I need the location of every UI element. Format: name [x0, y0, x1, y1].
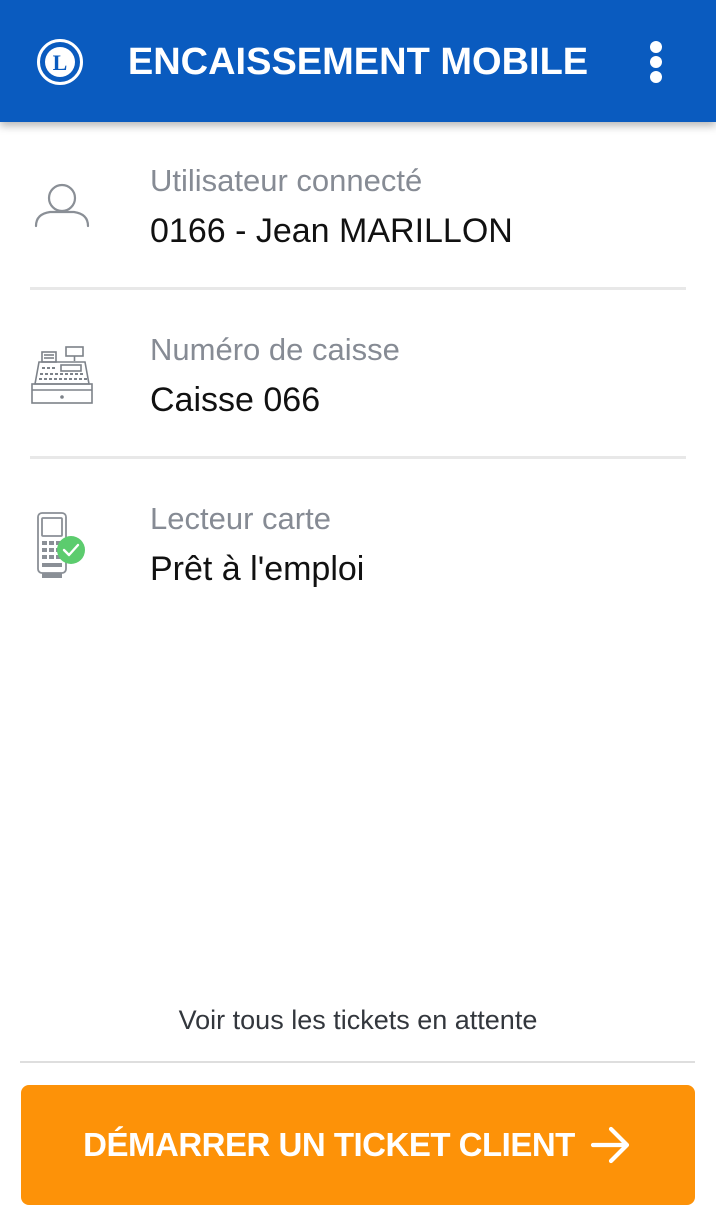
- register-number-label: Numéro de caisse: [150, 332, 400, 367]
- app-title: ENCAISSEMENT MOBILE: [127, 41, 589, 83]
- connected-user-value: 0166 - Jean MARILLON: [150, 212, 513, 250]
- divider: [20, 1061, 695, 1063]
- cash-register-icon: [31, 346, 93, 404]
- more-options-icon[interactable]: [632, 34, 680, 90]
- card-reader-icon: [37, 512, 85, 578]
- start-ticket-button[interactable]: DÉMARRER UN TICKET CLIENT: [21, 1085, 695, 1205]
- user-icon: [34, 183, 90, 228]
- register-number-value: Caisse 066: [150, 381, 321, 419]
- arrow-right-icon: [590, 1126, 629, 1164]
- divider: [30, 287, 686, 290]
- app-bar: L ENCAISSEMENT MOBILE: [0, 0, 716, 122]
- divider: [30, 456, 686, 459]
- start-ticket-label: DÉMARRER UN TICKET CLIENT: [83, 1126, 575, 1163]
- card-reader-label: Lecteur carte: [150, 501, 331, 536]
- pending-tickets-link[interactable]: Voir tous les tickets en attente: [0, 1003, 716, 1037]
- connected-user-label: Utilisateur connecté: [150, 163, 423, 198]
- card-reader-status: Prêt à l'emploi: [150, 550, 365, 588]
